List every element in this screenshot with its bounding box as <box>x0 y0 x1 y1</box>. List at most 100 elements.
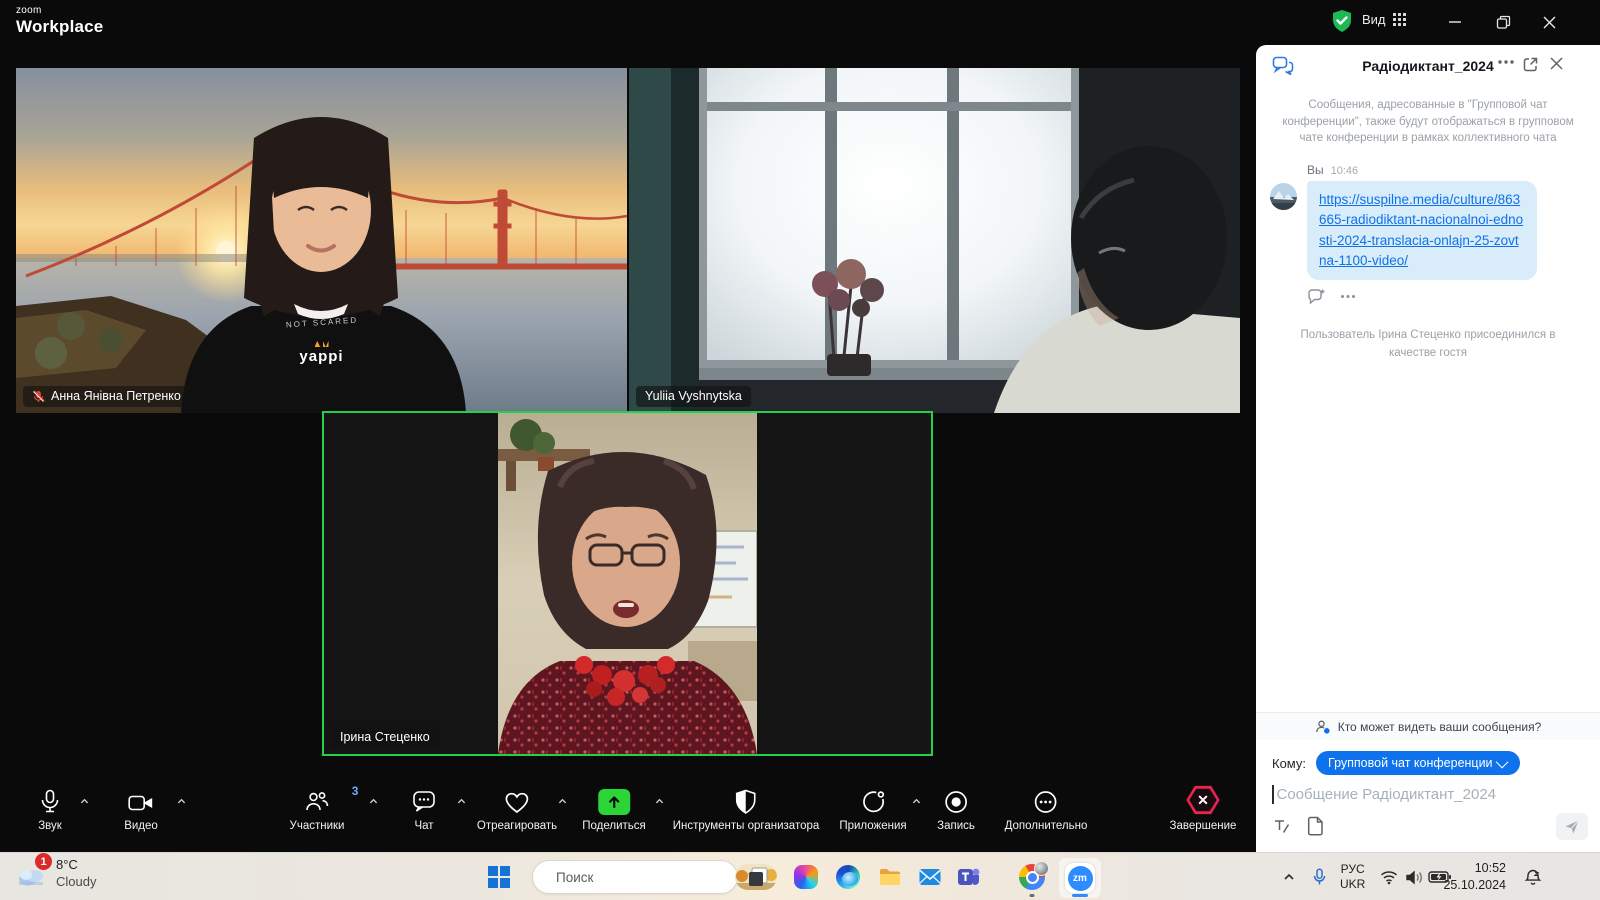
chat-icon <box>411 789 437 815</box>
host-tools-button[interactable]: Инструменты организатора <box>673 785 820 832</box>
weather-widget[interactable]: 1 8°C Cloudy <box>14 857 96 891</box>
visibility-hint-row[interactable]: Кто может видеть ваши сообщения? <box>1256 712 1600 740</box>
share-icon <box>598 789 630 815</box>
apps-options-chevron[interactable] <box>912 797 921 806</box>
notification-bell-icon[interactable] <box>1524 853 1542 900</box>
send-button[interactable] <box>1556 813 1588 840</box>
message-link[interactable]: https://suspilne.media/culture/863665-ra… <box>1319 192 1523 268</box>
pop-out-icon[interactable] <box>1522 56 1539 73</box>
close-window-button[interactable] <box>1534 10 1564 34</box>
nametag-anna: Анна Янівна Петренко <box>23 386 190 407</box>
volume-icon[interactable] <box>1405 853 1424 900</box>
participants-count-badge: 3 <box>352 784 359 798</box>
task-view-icon[interactable] <box>743 862 773 892</box>
teams-icon[interactable] <box>954 862 984 892</box>
attach-file-icon[interactable] <box>1307 816 1324 836</box>
participant-name: Yuliia Vyshnytska <box>645 389 742 403</box>
chrome-icon[interactable] <box>1017 862 1047 892</box>
share-options-chevron[interactable] <box>655 797 664 806</box>
participants-options-chevron[interactable] <box>369 797 378 806</box>
mail-icon[interactable] <box>915 862 945 892</box>
react-button[interactable]: Отреагировать <box>477 785 557 832</box>
taskbar-search[interactable] <box>532 860 738 894</box>
participant-name: Анна Янівна Петренко <box>51 389 181 403</box>
participants-button[interactable]: 3 Участники <box>290 785 345 832</box>
recipient-selector[interactable]: Групповой чат конференции <box>1316 751 1520 775</box>
chat-footer: Кто может видеть ваши сообщения? Кому: Г… <box>1256 712 1600 852</box>
video-tile-anna[interactable]: NOT SCARED yappi Анна Янівна Петренко <box>16 68 627 413</box>
video-button[interactable]: Видео <box>124 785 158 832</box>
video-label: Видео <box>124 820 158 832</box>
zoom-app-glyph: zm <box>1068 866 1093 891</box>
end-meeting-button[interactable]: ✕ Завершение <box>1170 785 1237 832</box>
view-grid-icon <box>1393 13 1406 26</box>
zoom-titlebar: zoom Workplace Вид <box>0 0 1600 46</box>
clock-date: 25.10.2024 <box>1443 877 1506 894</box>
view-menu[interactable]: Вид <box>1362 12 1406 27</box>
tray-mic-icon[interactable] <box>1312 853 1327 900</box>
react-options-chevron[interactable] <box>558 797 567 806</box>
chat-more-options-icon[interactable] <box>1497 59 1515 65</box>
audio-options-chevron[interactable] <box>80 797 89 806</box>
mic-icon <box>38 789 62 815</box>
clock-time: 10:52 <box>1443 860 1506 877</box>
wifi-icon[interactable] <box>1380 853 1398 900</box>
message-input-row <box>1256 777 1600 804</box>
language-indicator[interactable]: РУС UKR <box>1340 853 1365 900</box>
message-bubble: https://suspilne.media/culture/863665-ra… <box>1307 181 1537 280</box>
share-screen-button[interactable]: Поделиться <box>582 785 646 832</box>
chevron-down-icon <box>1495 755 1508 768</box>
minimize-button[interactable] <box>1440 10 1470 34</box>
system-message: Пользователь Ірина Стеценко присоединилс… <box>1284 327 1573 363</box>
more-button[interactable]: Дополнительно <box>1005 785 1088 832</box>
end-label: Завершение <box>1170 820 1237 832</box>
start-button[interactable] <box>484 862 514 892</box>
react-label: Отреагировать <box>477 820 557 832</box>
video-tile-iryna-active-speaker[interactable]: Ірина Стеценко <box>322 411 933 756</box>
chat-message-row: https://suspilne.media/culture/863665-ra… <box>1270 181 1600 280</box>
security-shield-icon[interactable] <box>1331 9 1353 33</box>
chrome-profile-avatar <box>1034 861 1049 876</box>
chat-options-chevron[interactable] <box>457 797 466 806</box>
host-tools-label: Инструменты организатора <box>673 820 820 832</box>
nametag-iryna: Ірина Стеценко <box>331 727 439 748</box>
restore-button[interactable] <box>1488 10 1518 34</box>
chat-close-icon[interactable] <box>1549 56 1564 71</box>
notification-count-badge: 1 <box>35 853 52 870</box>
reply-icon[interactable] <box>1307 288 1326 305</box>
weather-temp: 8°C <box>56 857 96 874</box>
format-text-icon[interactable] <box>1272 817 1291 836</box>
zoom-app-icon: zm <box>1065 863 1095 893</box>
zoom-app-taskbar-active[interactable]: zm <box>1059 858 1101 898</box>
view-label: Вид <box>1362 12 1386 27</box>
chat-panel: Радіодиктант_2024 Сообщения, адресованны… <box>1256 45 1600 852</box>
tray-chevron-up[interactable] <box>1282 853 1296 900</box>
chat-button[interactable]: Чат <box>411 785 437 832</box>
windows-taskbar: 1 8°C Cloudy <box>0 852 1600 900</box>
apps-button[interactable]: Приложения <box>839 785 906 832</box>
message-more-icon[interactable] <box>1340 294 1356 299</box>
chat-info-notice: Сообщения, адресованные в "Групповой чат… <box>1282 97 1574 147</box>
edge-icon[interactable] <box>833 862 863 892</box>
visibility-hint-text: Кто может видеть ваши сообщения? <box>1338 720 1542 734</box>
sent-time: 10:46 <box>1331 165 1359 177</box>
chat-header: Радіодиктант_2024 <box>1256 45 1600 87</box>
audio-button[interactable]: Звук <box>38 785 62 832</box>
record-button[interactable]: Запись <box>937 785 975 832</box>
video-options-chevron[interactable] <box>177 797 186 806</box>
shirt-text-top: NOT SCARED <box>285 315 358 329</box>
copilot-icon[interactable] <box>791 862 821 892</box>
lang-secondary: UKR <box>1340 877 1365 892</box>
participant-name: Ірина Стеценко <box>340 730 430 744</box>
search-input[interactable] <box>554 869 735 886</box>
audio-label: Звук <box>38 820 62 832</box>
clock[interactable]: 10:52 25.10.2024 <box>1448 853 1506 900</box>
message-input[interactable] <box>1275 785 1585 804</box>
end-hexagon-icon: ✕ <box>1186 785 1220 815</box>
avatar[interactable] <box>1270 183 1297 210</box>
heart-icon <box>504 791 530 815</box>
composer-toolbar <box>1256 804 1600 852</box>
recipient-row: Кому: Групповой чат конференции <box>1256 740 1600 777</box>
video-tile-yuliia[interactable]: Yuliia Vyshnytska <box>629 68 1240 413</box>
file-explorer-icon[interactable] <box>875 862 905 892</box>
